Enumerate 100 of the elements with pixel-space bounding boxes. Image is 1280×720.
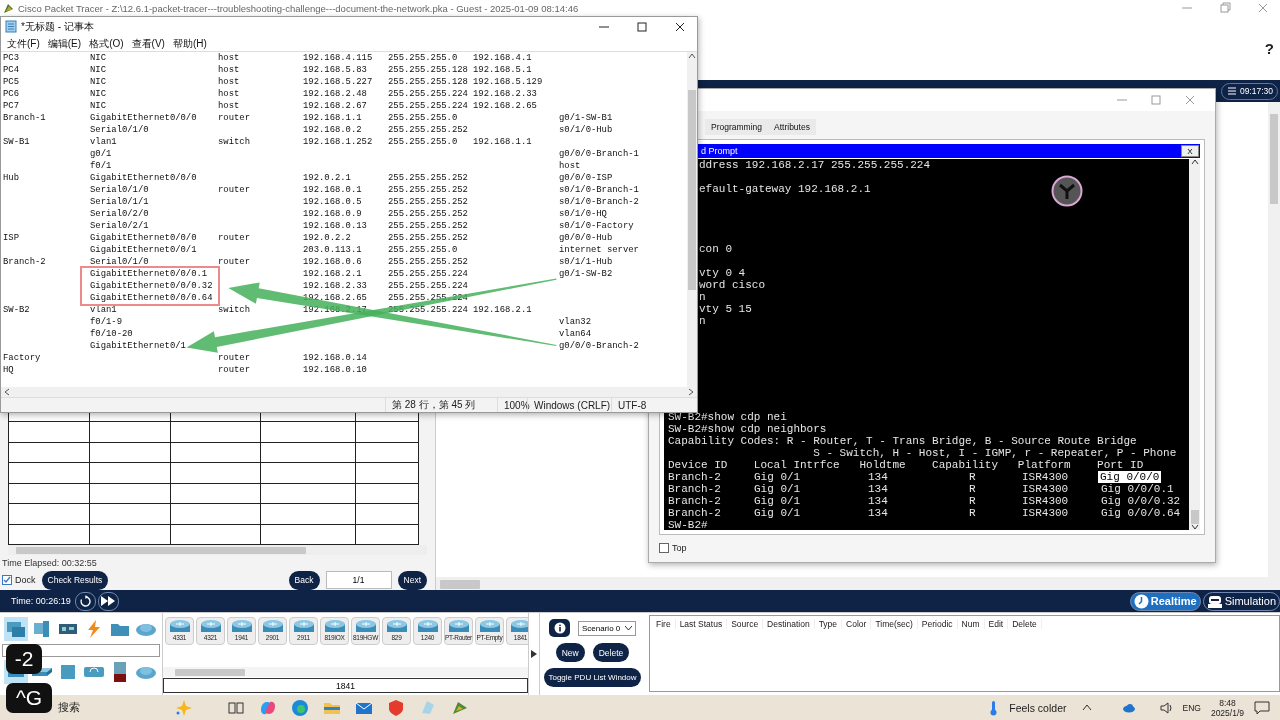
text-cell-text: host — [218, 51, 241, 64]
text-cell-text: g0/1-SW-B1 — [559, 111, 614, 124]
text-cell-text: g0/0/0-Branch-1 — [559, 147, 640, 160]
text-cell-text: f0/1 — [90, 159, 113, 172]
terminal-line: vty 5 15 — [699, 303, 752, 315]
text-cell-text: s0/1/0-Branch-2 — [559, 195, 640, 208]
column-header: Last Status — [675, 619, 728, 629]
terminal-cell: R — [969, 495, 976, 507]
column-header: Periodic — [917, 619, 958, 629]
text-cell-text: 192.168.2.65 — [473, 99, 538, 112]
terminal-line: con 0 — [699, 243, 732, 255]
text-cell-text: 192.168.2.1 — [303, 267, 363, 280]
text-cell-text: switch — [218, 303, 251, 316]
text-cell-text: g0/0/0-Hub — [559, 231, 614, 244]
text-cell-text: 192.168.4.1 — [473, 51, 533, 64]
text-cell-text: GigabitEthernet0/1 — [90, 339, 187, 352]
terminal-cell: ISR4300 — [1022, 483, 1069, 495]
text-cell-text: vlan1 — [90, 303, 118, 316]
clock-date: 2025/1/9 — [1210, 707, 1244, 718]
terminal-cell: Branch-2 — [668, 495, 721, 507]
terminal-cell: 134 — [868, 471, 888, 483]
text-cell-text: 255.255.255.252 — [388, 183, 469, 196]
text-cell-text: f0/10-20 — [90, 327, 134, 340]
text-cell-text: 255.255.255.252 — [388, 171, 469, 184]
text-cell-text: 192.0.2.2 — [303, 231, 352, 244]
text-cell-text: g0/0/0-Branch-2 — [559, 339, 640, 352]
text-cell-text: 192.168.5.227 — [303, 75, 374, 88]
prompt-title: d Prompt — [701, 146, 738, 156]
time-elapsed: Time Elapsed: 00:32:55 — [2, 557, 97, 568]
text-cell-text: 192.168.2.33 — [303, 279, 368, 292]
terminal-line: S - Switch, H - Host, I - IGMP, r - Repeater, P - Phone — [813, 447, 1177, 459]
terminal-line: word cisco — [699, 279, 765, 291]
text-cell-text: 192.168.0.5 — [303, 195, 363, 208]
text-cell-text: 255.255.255.252 — [388, 207, 469, 220]
text-cell-text: router — [218, 231, 251, 244]
text-cell-text: 192.168.4.115 — [303, 51, 374, 64]
terminal-line: SW-B2#show cdp neighbors — [668, 423, 827, 435]
text-cell-text: Hub — [3, 171, 20, 184]
text-cell-text: 192.168.2.67 — [303, 99, 368, 112]
column-header: Fire — [652, 619, 676, 629]
terminal-cell: Gig 0/1 — [754, 507, 801, 519]
text-cell-text: 255.255.255.252 — [388, 123, 469, 136]
terminal-cell: ISR4300 — [1022, 471, 1069, 483]
text-cell-text: internet server — [559, 243, 640, 256]
text-cell-text: Serial0/2/0 — [90, 207, 150, 220]
model-name-field: 1841 — [163, 678, 528, 693]
notepad-title: *无标题 - 记事本 — [21, 19, 95, 34]
text-cell-text: PC6 — [3, 87, 20, 100]
text-cell-text: s0/1/0-Hub — [559, 123, 614, 136]
text-cell-text: host — [218, 87, 241, 100]
text-cell-text: 192.168.2.65 — [303, 291, 368, 304]
text-cell-text: 192.168.0.2 — [303, 123, 363, 136]
status-text: UTF-8 — [611, 398, 657, 412]
terminal-cell: Gig 0/0/0 — [1098, 471, 1162, 483]
text-cell-text: PC5 — [3, 75, 20, 88]
terminal-cell: 134 — [868, 507, 888, 519]
text-cell-text: s0/1/0-HQ — [559, 207, 608, 220]
text-cell-text: vlan32 — [559, 315, 592, 328]
text-cell-text: Serial0/1/0 — [90, 123, 150, 136]
text-cell-text: host — [218, 99, 241, 112]
column-header: Type — [814, 619, 843, 629]
column-header: Edit — [984, 619, 1009, 629]
text-cell-text: 192.168.5.1 — [473, 63, 533, 76]
terminal-line: n — [699, 291, 706, 303]
terminal-line: ddress 192.168.2.17 255.255.255.224 — [699, 159, 931, 171]
terminal-cell: ISR4300 — [1022, 507, 1069, 519]
terminal-cell: Branch-2 — [668, 471, 721, 483]
text-cell-text: NIC — [90, 99, 107, 112]
text-cell-text: vlan64 — [559, 327, 592, 340]
text-cell-text: GigabitEthernet0/0/0.32 — [90, 279, 214, 292]
text-cell-text: 255.255.255.0 — [388, 243, 459, 256]
column-header: Time(sec) — [871, 619, 918, 629]
terminal-cell: ISR4300 — [1022, 495, 1069, 507]
text-cell-text: router — [218, 351, 251, 364]
terminal-line: vty 0 4 — [699, 267, 746, 279]
text-cell-text: Branch-2 — [3, 255, 47, 268]
text-cell-text: 255.255.255.224 — [388, 267, 469, 280]
text-cell-text: 192.168.0.6 — [303, 255, 363, 268]
text-cell-text: 255.255.255.224 — [388, 279, 469, 292]
terminal-cell: Gig 0/1 — [754, 483, 801, 495]
text-cell-text: g0/1 — [90, 147, 113, 160]
text-cell-text: HQ — [3, 363, 15, 376]
text-cell-text: GigabitEthernet0/0/0 — [90, 231, 198, 244]
text-cell-text: s0/1/1-Hub — [559, 255, 614, 268]
text-cell-text: 192.168.1.1 — [303, 111, 363, 124]
column-header: Source — [727, 619, 764, 629]
text-cell-text: NIC — [90, 75, 107, 88]
column-header: Destination — [763, 619, 815, 629]
text-cell-text: s0/1/0-Branch-1 — [559, 183, 640, 196]
text-cell-text: NIC — [90, 87, 107, 100]
text-cell-text: 255.255.255.224 — [388, 99, 469, 112]
text-cell-text: router — [218, 363, 251, 376]
text-cell-text: 192.168.0.9 — [303, 207, 363, 220]
text-cell-text: 192.0.2.1 — [303, 171, 352, 184]
text-cell-text: NIC — [90, 51, 107, 64]
terminal-line: efault-gateway 192.168.2.1 — [699, 183, 871, 195]
text-cell-text: GigabitEthernet0/0/0 — [90, 171, 198, 184]
terminal-cell: 134 — [868, 495, 888, 507]
window-title: Cisco Packet Tracer - Z:\12.6.1-packet-tracer---troubleshooting-challenge---document-the-network.pka - Guest - 2025-01-09 08:14:46 — [18, 2, 580, 14]
text-cell-text: g0/0/0-ISP — [559, 171, 614, 184]
